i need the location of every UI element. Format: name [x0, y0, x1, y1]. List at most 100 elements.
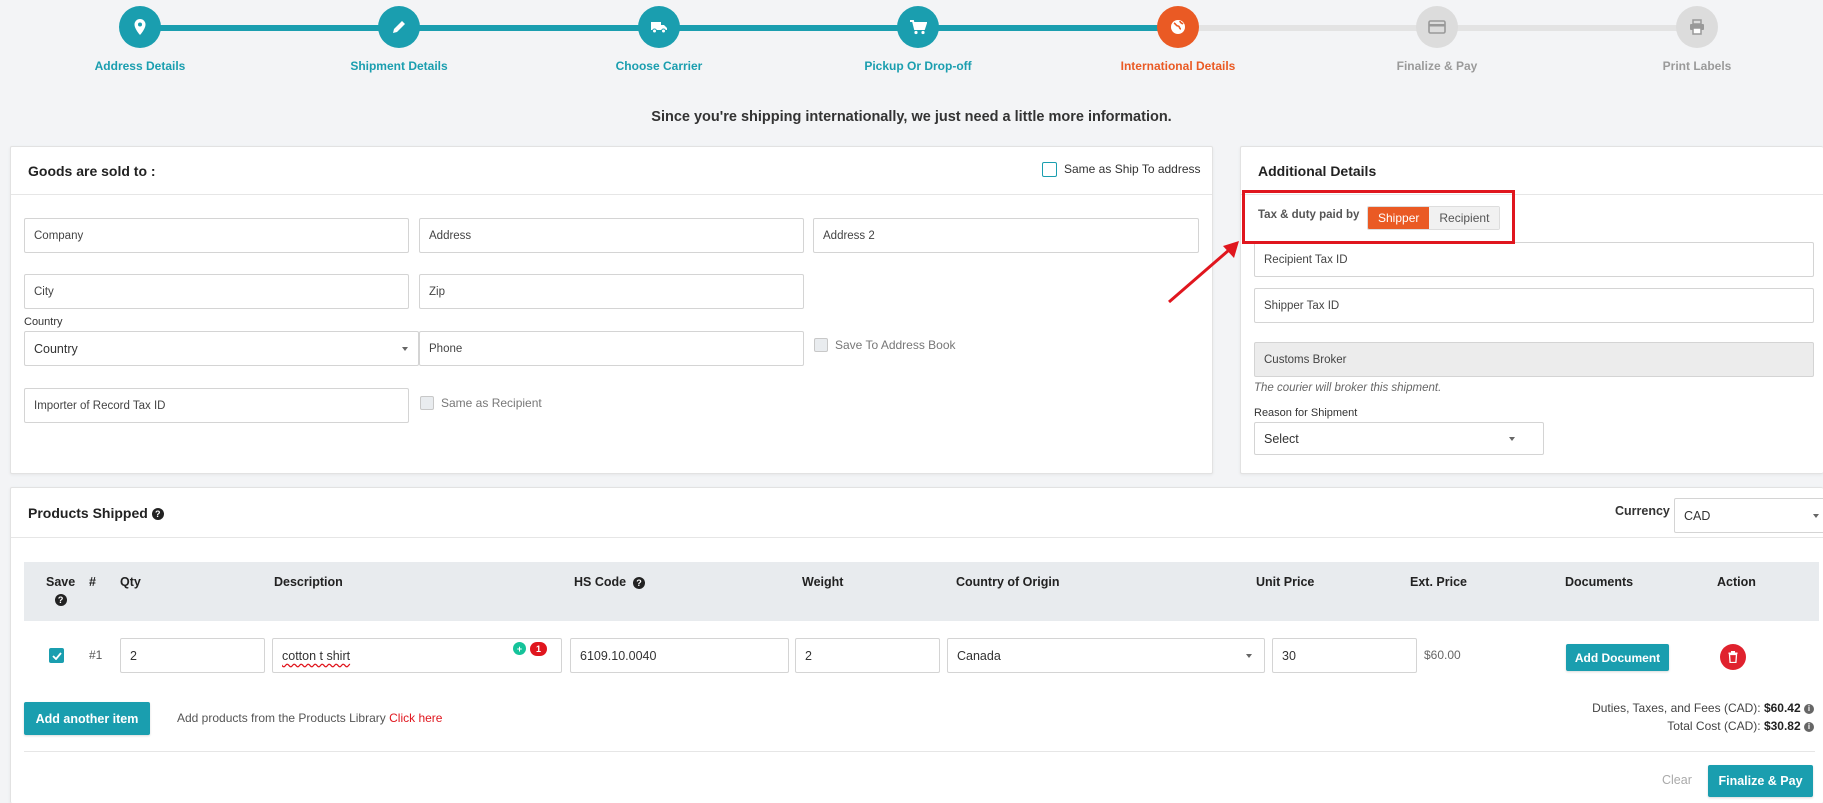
- zip-input[interactable]: Zip: [419, 274, 804, 309]
- chevron-down-icon: [1246, 653, 1252, 658]
- col-documents: Documents: [1565, 575, 1634, 589]
- phone-input[interactable]: Phone: [419, 331, 804, 366]
- reason-select[interactable]: Select: [1254, 422, 1544, 455]
- recipient-tax-id-input[interactable]: Recipient Tax ID: [1254, 242, 1814, 277]
- col-qty: Qty: [120, 575, 141, 589]
- step-label: Finalize & Pay: [1396, 59, 1478, 73]
- highlight-box: [1242, 190, 1515, 244]
- map-pin-icon: [119, 6, 161, 48]
- step-finalize-pay[interactable]: Finalize & Pay: [1337, 6, 1537, 73]
- country-origin-select[interactable]: Canada: [947, 638, 1265, 673]
- col-action: Action: [1717, 575, 1756, 589]
- placeholder: Zip: [429, 285, 445, 298]
- info-icon[interactable]: i: [1804, 703, 1814, 714]
- products-library-text: Add products from the Products Library C…: [177, 711, 442, 725]
- unit-price-input[interactable]: 30: [1272, 638, 1417, 673]
- company-input[interactable]: Company: [24, 218, 409, 253]
- placeholder: Importer of Record Tax ID: [34, 399, 166, 412]
- selected-value: Canada: [957, 648, 1001, 663]
- step-label: Pickup Or Drop-off: [864, 59, 972, 73]
- address-input[interactable]: Address: [419, 218, 804, 253]
- placeholder: Company: [34, 229, 84, 242]
- selected-value: Country: [34, 341, 78, 356]
- step-pickup-dropoff[interactable]: Pickup Or Drop-off: [818, 6, 1018, 73]
- add-another-item-button[interactable]: Add another item: [24, 702, 150, 735]
- save-address-book-checkbox[interactable]: [814, 338, 828, 352]
- suggestion-badge[interactable]: 1: [530, 642, 547, 656]
- duties-label: Duties, Taxes, and Fees (CAD):: [1592, 701, 1761, 715]
- finalize-pay-button[interactable]: Finalize & Pay: [1708, 765, 1813, 797]
- weight-input[interactable]: 2: [795, 638, 940, 673]
- checkmark-icon: [51, 651, 62, 660]
- globe-icon: [1157, 6, 1199, 48]
- credit-card-icon: [1416, 6, 1458, 48]
- step-label: Shipment Details: [350, 59, 448, 73]
- step-choose-carrier[interactable]: Choose Carrier: [559, 6, 759, 73]
- same-as-ship-label: Same as Ship To address: [1064, 162, 1201, 176]
- table-header: Save? # Qty Description HS Code ? Weight…: [24, 562, 1819, 621]
- divider: [24, 751, 1815, 752]
- help-icon[interactable]: ?: [633, 576, 646, 589]
- step-print-labels[interactable]: Print Labels: [1597, 6, 1797, 73]
- row-number: #1: [89, 648, 103, 662]
- importer-tax-id-input[interactable]: Importer of Record Tax ID: [24, 388, 409, 423]
- qty-input[interactable]: 2: [120, 638, 265, 673]
- trash-icon: [1728, 651, 1738, 663]
- col-description: Description: [274, 575, 343, 589]
- step-label: Address Details: [94, 59, 186, 73]
- address2-input[interactable]: Address 2: [813, 218, 1199, 253]
- products-library-link[interactable]: Click here: [389, 711, 442, 725]
- col-number: #: [89, 575, 96, 589]
- col-ext-price: Ext. Price: [1410, 575, 1467, 589]
- chevron-down-icon: [402, 346, 408, 351]
- input-value: 2: [130, 648, 137, 663]
- step-international-details[interactable]: International Details: [1078, 6, 1278, 73]
- title-text: Products Shipped: [28, 505, 148, 521]
- hs-code-input[interactable]: 6109.10.0040: [570, 638, 789, 673]
- city-input[interactable]: City: [24, 274, 409, 309]
- total-row: Total Cost (CAD): $30.82 i: [1667, 719, 1814, 733]
- help-icon[interactable]: ?: [54, 593, 67, 606]
- selected-value: CAD: [1684, 508, 1711, 523]
- delete-item-button[interactable]: [1720, 644, 1746, 670]
- placeholder: Address 2: [823, 229, 875, 242]
- shipper-tax-id-input[interactable]: Shipper Tax ID: [1254, 288, 1814, 323]
- table-row: #1 2 cotton t shirt + 1 6109.10.0040 2 C…: [11, 638, 1823, 678]
- input-value: 30: [1282, 648, 1296, 663]
- progress-stepper: Address Details Shipment Details Choose …: [0, 0, 1823, 110]
- add-document-button[interactable]: Add Document: [1566, 644, 1669, 671]
- description-input[interactable]: cotton t shirt + 1: [272, 638, 562, 673]
- currency-select[interactable]: CAD: [1674, 498, 1823, 533]
- step-label: Print Labels: [1662, 59, 1732, 73]
- cart-icon: [897, 6, 939, 48]
- divider: [11, 537, 1823, 538]
- same-as-recipient-checkbox[interactable]: [420, 396, 434, 410]
- input-value: 6109.10.0040: [580, 648, 657, 663]
- step-label: Choose Carrier: [615, 59, 703, 73]
- info-icon[interactable]: i: [1804, 721, 1814, 732]
- header-text: HS Code: [574, 575, 627, 589]
- col-save: Save?: [46, 575, 75, 606]
- save-product-checkbox[interactable]: [49, 648, 64, 663]
- panel-title: Additional Details: [1258, 163, 1377, 179]
- help-icon[interactable]: ?: [151, 508, 164, 521]
- intro-text: Since you're shipping internationally, w…: [651, 109, 1172, 125]
- step-label: International Details: [1120, 59, 1236, 73]
- selected-value: Select: [1264, 431, 1299, 446]
- col-weight: Weight: [802, 575, 844, 589]
- col-unit-price: Unit Price: [1256, 575, 1315, 589]
- panel-title: Goods are sold to :: [28, 163, 156, 179]
- placeholder: Address: [429, 229, 472, 242]
- library-text: Add products from the Products Library: [177, 711, 386, 725]
- step-shipment-details[interactable]: Shipment Details: [299, 6, 499, 73]
- input-value: cotton t shirt: [282, 648, 351, 663]
- same-as-ship-checkbox[interactable]: [1042, 162, 1057, 177]
- col-hs-code: HS Code ?: [574, 575, 646, 589]
- grammarly-icon[interactable]: +: [513, 642, 526, 655]
- pencil-icon: [378, 6, 420, 48]
- step-address-details[interactable]: Address Details: [40, 6, 240, 73]
- broker-note: The courier will broker this shipment.: [1254, 382, 1442, 394]
- country-select[interactable]: Country: [24, 331, 419, 366]
- country-label: Country: [24, 316, 63, 328]
- clear-button[interactable]: Clear: [1662, 773, 1692, 787]
